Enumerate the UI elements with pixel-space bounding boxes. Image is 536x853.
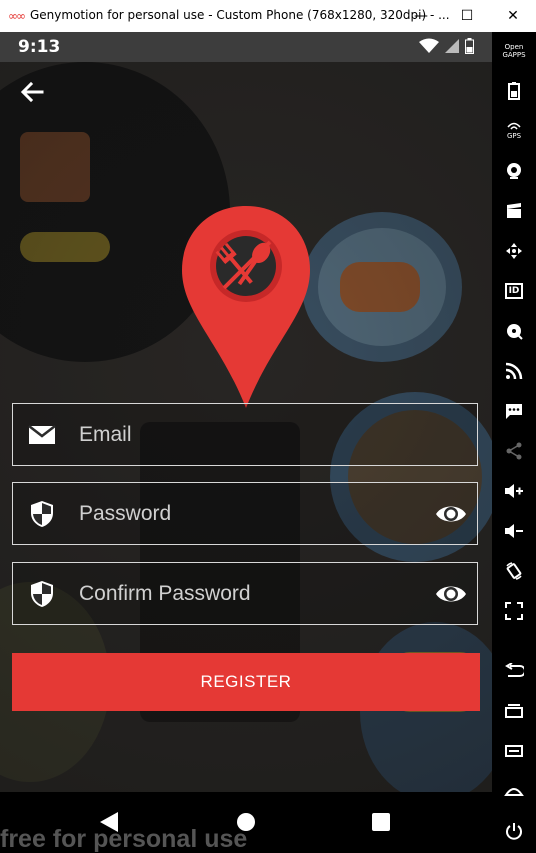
minimize-button[interactable]: — [398, 0, 444, 32]
shield-icon [31, 581, 53, 607]
rotate-icon [506, 562, 522, 580]
volume-down-button[interactable] [492, 516, 536, 546]
power-button[interactable] [492, 816, 536, 846]
password-placeholder: Password [79, 502, 172, 525]
register-button[interactable]: REGISTER [12, 653, 480, 711]
gps-button[interactable]: GPS [492, 116, 536, 146]
gps-icon [507, 122, 521, 130]
menu-button[interactable] [492, 736, 536, 766]
move-arrows-icon [506, 243, 522, 259]
battery-icon [465, 38, 474, 54]
dpad-button[interactable] [492, 236, 536, 266]
window-titlebar: ∞∞ Genymotion for personal use - Custom … [0, 0, 536, 33]
phone-screen: 9:13 Email Password Confirm Password REG… [0, 32, 492, 853]
camera-button[interactable] [492, 156, 536, 186]
disk-io-button[interactable] [492, 316, 536, 346]
home-icon [504, 788, 524, 796]
battery-widget-icon [508, 82, 520, 100]
home-button[interactable] [492, 776, 536, 806]
confirm-password-field[interactable]: Confirm Password [12, 562, 478, 625]
opengapps-label-line2: GAPPS [502, 51, 526, 59]
opengapps-label-line1: Open [504, 43, 524, 51]
power-icon [506, 823, 522, 840]
back-arrow-icon[interactable] [18, 78, 46, 106]
share-icon [506, 442, 522, 460]
password-field[interactable]: Password [12, 482, 478, 545]
sms-button[interactable] [492, 396, 536, 426]
genymotion-icon: ∞∞ [8, 9, 26, 23]
close-window-button[interactable]: ✕ [490, 0, 536, 32]
disk-icon [507, 324, 523, 340]
genymotion-toolbar: Open GAPPS GPS ID [492, 32, 536, 853]
shield-icon [31, 501, 53, 527]
webcam-icon [507, 163, 521, 179]
confirm-password-placeholder: Confirm Password [79, 582, 251, 605]
show-confirm-password-eye-icon[interactable] [435, 581, 467, 607]
watermark-text: free for personal use [0, 825, 248, 853]
network-button[interactable] [492, 356, 536, 386]
email-placeholder: Email [79, 423, 132, 446]
message-icon [506, 404, 522, 419]
volume-up-icon [505, 484, 523, 498]
recent-apps-icon [505, 704, 523, 718]
battery-widget-button[interactable] [492, 76, 536, 106]
status-time: 9:13 [18, 37, 61, 57]
window-title: Genymotion for personal use - Custom Pho… [30, 8, 450, 22]
volume-down-icon [505, 524, 523, 538]
pixel-perfect-button[interactable] [492, 596, 536, 626]
share-button[interactable] [492, 436, 536, 466]
screen-record-button[interactable] [492, 196, 536, 226]
rss-icon [505, 362, 523, 380]
rotate-button[interactable] [492, 556, 536, 586]
show-password-eye-icon[interactable] [435, 501, 467, 527]
recent-apps-button[interactable] [492, 696, 536, 726]
email-field[interactable]: Email [12, 403, 478, 466]
back-button[interactable] [492, 656, 536, 686]
menu-icon [505, 745, 523, 757]
gps-label: GPS [506, 132, 522, 140]
back-icon [505, 663, 524, 677]
signal-icon [445, 39, 459, 53]
status-bar: 9:13 [0, 32, 492, 62]
nav-recents-icon[interactable] [370, 810, 392, 834]
maximize-button[interactable]: ☐ [444, 0, 490, 32]
email-icon [28, 425, 56, 444]
volume-up-button[interactable] [492, 476, 536, 506]
wifi-icon [419, 38, 439, 53]
opengapps-button[interactable]: Open GAPPS [492, 36, 536, 66]
clapperboard-icon [507, 203, 521, 218]
location-pin-logo-icon [182, 206, 310, 408]
fullscreen-icon [505, 602, 523, 620]
device-id-icon: ID [504, 283, 524, 299]
device-id-button[interactable]: ID [492, 276, 536, 306]
